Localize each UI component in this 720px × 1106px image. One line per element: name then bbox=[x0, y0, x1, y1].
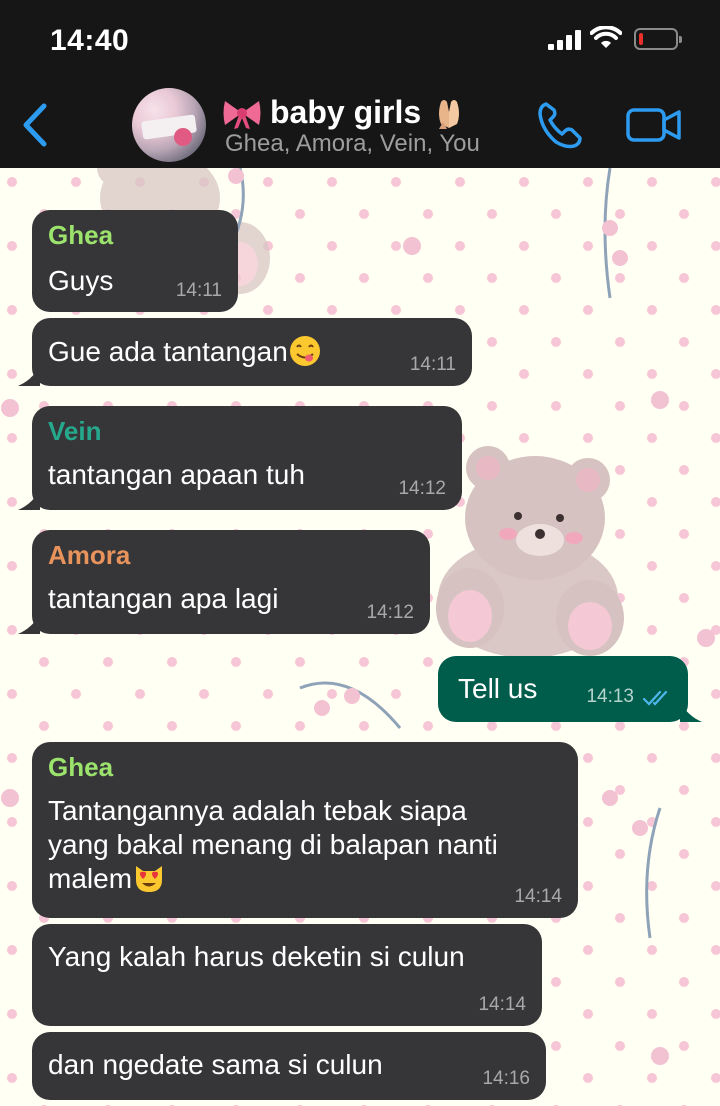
message-text-content: Gue ada tantangan bbox=[48, 336, 288, 367]
bubble-tail bbox=[18, 614, 40, 634]
sender-name: Ghea bbox=[48, 220, 114, 250]
cellular-signal-icon bbox=[548, 30, 582, 50]
battery-level bbox=[639, 33, 643, 45]
bubble-tail bbox=[18, 366, 40, 386]
message-time: 14:12 bbox=[398, 478, 446, 499]
message-text: Gue ada tantangan bbox=[48, 335, 321, 369]
yum-face-emoji-icon bbox=[289, 336, 320, 366]
message-time: 14:16 bbox=[482, 1068, 530, 1089]
group-name: baby girls bbox=[270, 94, 422, 130]
group-avatar[interactable] bbox=[132, 88, 206, 162]
sender-name: Amora bbox=[48, 540, 131, 570]
sender-name: Ghea bbox=[48, 752, 114, 782]
message-text-line: Tantangannya adalah tebak siapa bbox=[48, 795, 467, 826]
message-bubble[interactable]: dan ngedate sama si culun 14:16 bbox=[32, 1032, 546, 1100]
message-bubble[interactable]: Gue ada tantangan 14:11 bbox=[18, 318, 472, 386]
message-time: 14:12 bbox=[366, 602, 414, 623]
praying-hands-icon bbox=[439, 99, 460, 129]
read-double-tick-icon bbox=[642, 690, 668, 706]
pink-bow-icon bbox=[223, 100, 261, 129]
message-text-line: yang bakal menang di balapan nanti bbox=[48, 829, 498, 860]
message-bubble[interactable]: Ghea Guys 14:11 bbox=[32, 210, 238, 312]
group-members: Ghea, Amora, Vein, You bbox=[225, 130, 480, 157]
message-text: dan ngedate sama si culun bbox=[48, 1049, 383, 1080]
heart-eyes-cat-emoji-icon bbox=[136, 866, 163, 892]
chat-area[interactable]: Ghea Guys 14:11 Gue ada tantangan 14:11 bbox=[0, 168, 720, 1106]
battery-icon bbox=[634, 28, 682, 50]
message-text-content: malem bbox=[48, 863, 133, 894]
message-text: Yang kalah harus deketin si culun bbox=[48, 941, 465, 972]
message-time: 14:14 bbox=[514, 886, 562, 907]
message-text: tantangan apaan tuh bbox=[48, 459, 305, 490]
message-time: 14:11 bbox=[175, 280, 222, 301]
message-bubble-outgoing[interactable]: Tell us 14:13 bbox=[438, 656, 702, 722]
group-title[interactable]: baby girls bbox=[222, 94, 469, 131]
message-bubble[interactable]: Vein tantangan apaan tuh 14:12 bbox=[18, 406, 462, 510]
back-chevron-icon[interactable] bbox=[18, 102, 52, 148]
message-bubble[interactable]: Ghea Tantangannya adalah tebak siapa yan… bbox=[32, 742, 578, 918]
status-time: 14:40 bbox=[50, 24, 130, 57]
message-list: Ghea Guys 14:11 Gue ada tantangan 14:11 bbox=[0, 168, 720, 1106]
message-text-line: malem bbox=[48, 862, 165, 896]
bubble-tail bbox=[680, 702, 702, 722]
message-time: 14:14 bbox=[478, 994, 526, 1015]
wifi-icon bbox=[590, 26, 622, 48]
message-bubble[interactable]: Amora tantangan apa lagi 14:12 bbox=[18, 530, 430, 634]
sender-name: Vein bbox=[48, 416, 102, 446]
phone-icon[interactable] bbox=[536, 100, 584, 150]
chat-header: baby girls Ghea, Amora, Vein, You bbox=[0, 82, 720, 168]
message-bubble[interactable]: Yang kalah harus deketin si culun 14:14 bbox=[32, 924, 542, 1026]
video-camera-icon[interactable] bbox=[626, 104, 682, 146]
message-text: Guys bbox=[48, 265, 114, 296]
status-bar: 14:40 bbox=[0, 0, 720, 82]
message-text: Tell us bbox=[458, 673, 538, 704]
message-time: 14:11 bbox=[409, 354, 456, 375]
message-text: tantangan apa lagi bbox=[48, 583, 279, 614]
message-time: 14:13 bbox=[586, 686, 634, 707]
bubble-tail bbox=[18, 490, 40, 510]
